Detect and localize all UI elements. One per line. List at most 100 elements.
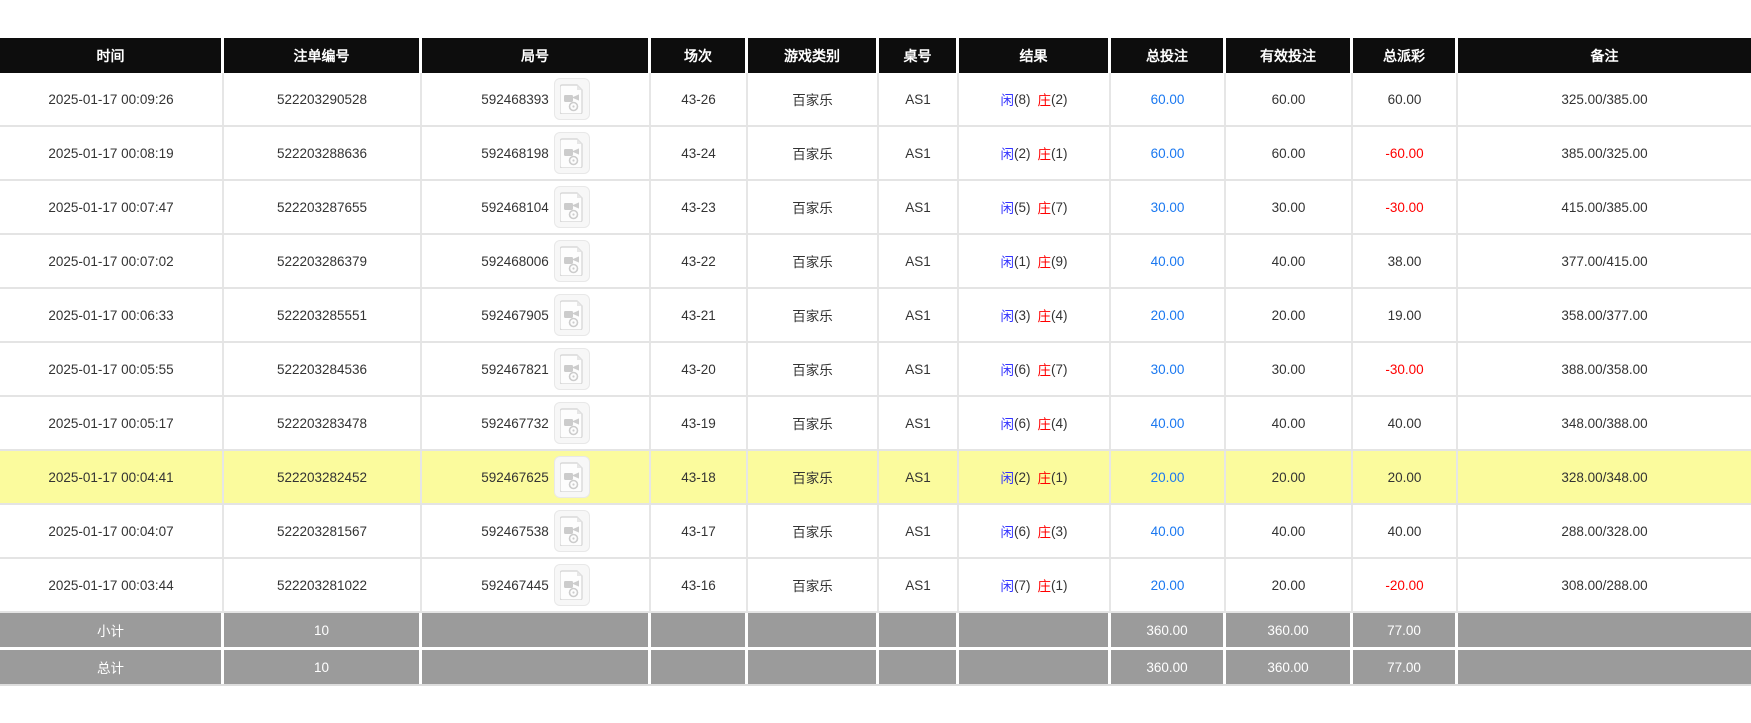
valid-bet-cell: 40.00 — [1226, 505, 1353, 557]
banker-result-score: (1) — [1051, 146, 1068, 161]
player-result-label: 闲 — [1001, 305, 1015, 325]
remark-cell: 325.00/385.00 — [1458, 73, 1751, 125]
table-row[interactable]: 2025-01-17 00:05:17 522203283478 5924677… — [0, 397, 1751, 451]
video-replay-button[interactable] — [554, 402, 590, 444]
valid-bet-cell: 30.00 — [1226, 343, 1353, 395]
valid-bet-cell: 60.00 — [1226, 73, 1353, 125]
table-row[interactable]: 2025-01-17 00:06:33 522203285551 5924679… — [0, 289, 1751, 343]
total-bet-cell: 30.00 — [1111, 181, 1226, 233]
player-result-label: 闲 — [1001, 413, 1015, 433]
col-header-round-id: 局号 — [422, 38, 651, 73]
remark-cell: 415.00/385.00 — [1458, 181, 1751, 233]
result-cell: 闲(6)庄(4) — [959, 397, 1111, 449]
total-bet-cell: 60.00 — [1111, 127, 1226, 179]
player-result-score: (6) — [1014, 416, 1031, 431]
banker-result-score: (7) — [1051, 200, 1068, 215]
banker-result-score: (2) — [1051, 92, 1068, 107]
table-no-cell: AS1 — [879, 451, 959, 503]
banker-result-label: 庄 — [1038, 89, 1052, 109]
payout-cell: 38.00 — [1353, 235, 1458, 287]
round-id: 592467445 — [481, 578, 549, 593]
valid-bet-cell: 40.00 — [1226, 397, 1353, 449]
banker-result-score: (4) — [1051, 308, 1068, 323]
table-row[interactable]: 2025-01-17 00:09:26 522203290528 5924683… — [0, 73, 1751, 127]
video-replay-button[interactable] — [554, 294, 590, 336]
bet-id-cell: 522203281022 — [224, 559, 422, 611]
player-result-score: (6) — [1014, 362, 1031, 377]
player-result-label: 闲 — [1001, 467, 1015, 487]
round-cell: 592468006 — [422, 235, 651, 287]
valid-bet-cell: 20.00 — [1226, 289, 1353, 341]
player-result-score: (1) — [1014, 254, 1031, 269]
session-cell: 43-22 — [651, 235, 748, 287]
game-type-cell: 百家乐 — [748, 235, 879, 287]
banker-result-label: 庄 — [1038, 197, 1052, 217]
game-type-cell: 百家乐 — [748, 397, 879, 449]
player-result-label: 闲 — [1001, 197, 1015, 217]
payout-value: -20.00 — [1385, 578, 1423, 593]
time-cell: 2025-01-17 00:09:26 — [0, 73, 224, 125]
round-id: 592467538 — [481, 524, 549, 539]
payout-value: 60.00 — [1388, 92, 1422, 107]
video-replay-button[interactable] — [554, 78, 590, 120]
table-no-cell: AS1 — [879, 181, 959, 233]
table-row[interactable]: 2025-01-17 00:05:55 522203284536 5924678… — [0, 343, 1751, 397]
video-replay-button[interactable] — [554, 564, 590, 606]
round-id: 592468198 — [481, 146, 549, 161]
table-row[interactable]: 2025-01-17 00:04:07 522203281567 5924675… — [0, 505, 1751, 559]
round-cell: 592467905 — [422, 289, 651, 341]
banker-result-label: 庄 — [1038, 575, 1052, 595]
bet-id-cell: 522203281567 — [224, 505, 422, 557]
round-id: 592467732 — [481, 416, 549, 431]
round-cell: 592467821 — [422, 343, 651, 395]
round-id: 592468006 — [481, 254, 549, 269]
time-cell: 2025-01-17 00:06:33 — [0, 289, 224, 341]
table-no-cell: AS1 — [879, 289, 959, 341]
player-result-score: (5) — [1014, 200, 1031, 215]
banker-result-label: 庄 — [1038, 413, 1052, 433]
player-result-score: (6) — [1014, 524, 1031, 539]
round-id: 592467625 — [481, 470, 549, 485]
video-replay-button[interactable] — [554, 132, 590, 174]
video-replay-button[interactable] — [554, 510, 590, 552]
session-cell: 43-26 — [651, 73, 748, 125]
session-cell: 43-19 — [651, 397, 748, 449]
video-icon — [560, 192, 584, 222]
subtotal-label: 小计 — [0, 613, 224, 647]
video-icon — [560, 84, 584, 114]
game-type-cell: 百家乐 — [748, 343, 879, 395]
bet-id-cell: 522203286379 — [224, 235, 422, 287]
banker-result-score: (1) — [1051, 578, 1068, 593]
banker-result-label: 庄 — [1038, 143, 1052, 163]
video-replay-button[interactable] — [554, 186, 590, 228]
player-result-score: (2) — [1014, 470, 1031, 485]
total-bet-cell: 20.00 — [1111, 559, 1226, 611]
col-header-valid-bet: 有效投注 — [1226, 38, 1353, 73]
bet-id-cell: 522203282452 — [224, 451, 422, 503]
table-row[interactable]: 2025-01-17 00:03:44 522203281022 5924674… — [0, 559, 1751, 613]
round-id: 592468104 — [481, 200, 549, 215]
video-replay-button[interactable] — [554, 348, 590, 390]
bet-id-cell: 522203285551 — [224, 289, 422, 341]
banker-result-label: 庄 — [1038, 251, 1052, 271]
col-header-payout: 总派彩 — [1353, 38, 1458, 73]
table-row[interactable]: 2025-01-17 00:07:47 522203287655 5924681… — [0, 181, 1751, 235]
video-replay-button[interactable] — [554, 456, 590, 498]
session-cell: 43-16 — [651, 559, 748, 611]
remark-cell: 348.00/388.00 — [1458, 397, 1751, 449]
video-replay-button[interactable] — [554, 240, 590, 282]
total-bet-cell: 40.00 — [1111, 505, 1226, 557]
valid-bet-cell: 60.00 — [1226, 127, 1353, 179]
player-result-score: (8) — [1014, 92, 1031, 107]
table-row[interactable]: 2025-01-17 00:07:02 522203286379 5924680… — [0, 235, 1751, 289]
video-icon — [560, 408, 584, 438]
table-row-highlighted[interactable]: 2025-01-17 00:04:41 522203282452 5924676… — [0, 451, 1751, 505]
payout-value: 20.00 — [1388, 470, 1422, 485]
table-row[interactable]: 2025-01-17 00:08:19 522203288636 5924681… — [0, 127, 1751, 181]
payout-cell: 20.00 — [1353, 451, 1458, 503]
session-cell: 43-21 — [651, 289, 748, 341]
player-result-score: (7) — [1014, 578, 1031, 593]
result-cell: 闲(8)庄(2) — [959, 73, 1111, 125]
banker-result-score: (7) — [1051, 362, 1068, 377]
remark-cell: 377.00/415.00 — [1458, 235, 1751, 287]
